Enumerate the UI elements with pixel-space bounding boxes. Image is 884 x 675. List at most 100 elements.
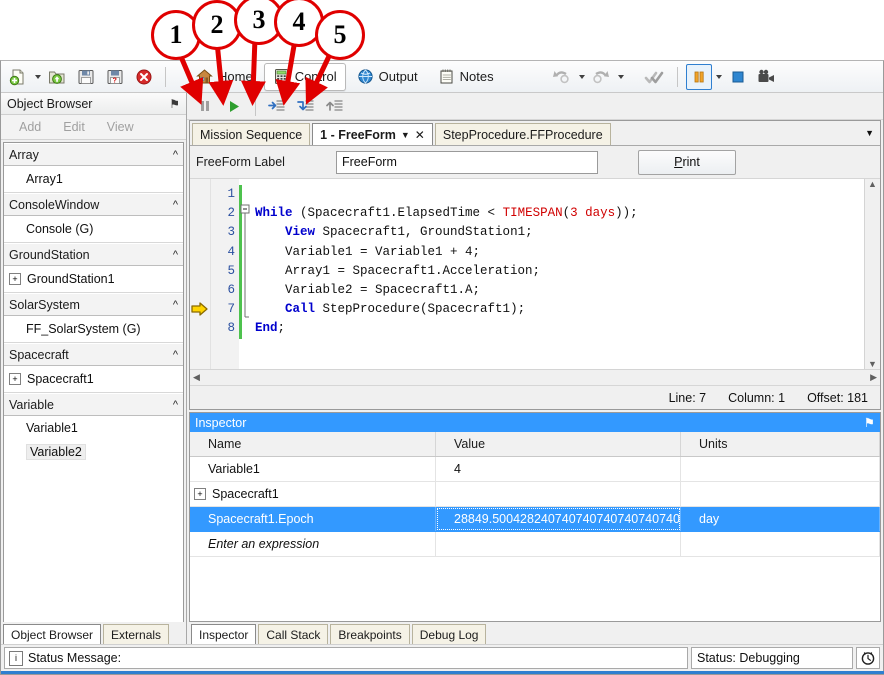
- group-header-solarsystem[interactable]: SolarSystem ^: [4, 293, 183, 316]
- tab-notes[interactable]: Notes: [429, 63, 503, 91]
- breakpoint-gutter[interactable]: [190, 179, 211, 369]
- scroll-up-arrow-icon[interactable]: ▲: [868, 179, 877, 189]
- step-out-button[interactable]: [322, 93, 348, 119]
- undo-dropdown-icon[interactable]: [579, 75, 585, 79]
- check-all-icon[interactable]: [641, 64, 669, 90]
- chevron-up-icon[interactable]: ^: [173, 149, 178, 161]
- group-header-spacecraft[interactable]: Spacecraft ^: [4, 343, 183, 366]
- code-area[interactable]: 1 2 3 4 5 6 7 8: [190, 179, 880, 369]
- close-tab-icon[interactable]: ✕: [415, 128, 425, 142]
- close-icon[interactable]: [131, 64, 157, 90]
- view-button[interactable]: View: [107, 120, 134, 134]
- doc-tab-mission-sequence[interactable]: Mission Sequence: [192, 123, 310, 145]
- row-value[interactable]: [436, 532, 681, 556]
- group-header-groundstation[interactable]: GroundStation ^: [4, 243, 183, 266]
- doc-tab-freeform[interactable]: 1 - FreeForm ▼ ✕: [312, 123, 433, 145]
- tree-item-groundstation1[interactable]: + GroundStation1: [4, 266, 183, 293]
- pin-icon[interactable]: ⚑: [864, 415, 875, 430]
- inspector-row-spacecraft1-epoch[interactable]: Spacecraft1.Epoch 28849.5004282407407407…: [190, 507, 880, 532]
- new-file-icon[interactable]: [5, 64, 31, 90]
- tab-overflow-chevron-icon[interactable]: ▼: [865, 128, 874, 138]
- edit-button[interactable]: Edit: [63, 120, 85, 134]
- row-value[interactable]: 28849.500428240740740740740740740268: [436, 507, 681, 531]
- freeform-label-input[interactable]: FreeForm: [336, 151, 598, 174]
- chevron-up-icon[interactable]: ^: [173, 299, 178, 311]
- column-header-units[interactable]: Units: [681, 432, 880, 456]
- object-browser-tree[interactable]: Array ^ Array1 ConsoleWindow ^ Console (…: [3, 142, 184, 622]
- group-label: Array: [9, 148, 39, 162]
- step-over-button[interactable]: [264, 93, 290, 119]
- group-header-array[interactable]: Array ^: [4, 143, 183, 166]
- scroll-left-arrow-icon[interactable]: ◀: [193, 372, 200, 383]
- line-number: 7: [211, 300, 235, 319]
- doc-tab-stepprocedure[interactable]: StepProcedure.FFProcedure: [435, 123, 611, 145]
- bottom-tab-debug-log[interactable]: Debug Log: [412, 624, 487, 644]
- code-fold-column[interactable]: [239, 179, 251, 369]
- tab-output[interactable]: Output: [348, 63, 427, 91]
- inspector-row-spacecraft1[interactable]: + Spacecraft1: [190, 482, 880, 507]
- tree-item-spacecraft1[interactable]: + Spacecraft1: [4, 366, 183, 393]
- animation-icon[interactable]: [754, 64, 780, 90]
- bottom-tab-object-browser[interactable]: Object Browser: [3, 624, 101, 644]
- print-button[interactable]: Print: [638, 150, 736, 175]
- column-header-value[interactable]: Value: [436, 432, 681, 456]
- expand-plus-icon[interactable]: +: [9, 373, 21, 385]
- row-name[interactable]: Enter an expression: [190, 532, 436, 556]
- redo-icon[interactable]: [588, 64, 614, 90]
- main-toolbar: ? Home: [1, 61, 883, 93]
- status-indicator: Status: Debugging: [691, 647, 853, 669]
- tree-item-ff-solarsystem[interactable]: FF_SolarSystem (G): [4, 316, 183, 343]
- bottom-tab-breakpoints[interactable]: Breakpoints: [330, 624, 409, 644]
- row-value[interactable]: 4: [436, 457, 681, 481]
- fold-tree-icon[interactable]: [239, 185, 251, 345]
- bottom-tab-call-stack[interactable]: Call Stack: [258, 624, 328, 644]
- inspector-row-new-expression[interactable]: Enter an expression: [190, 532, 880, 557]
- redo-dropdown-icon[interactable]: [618, 75, 624, 79]
- open-file-icon[interactable]: [44, 64, 70, 90]
- group-header-consolewindow[interactable]: ConsoleWindow ^: [4, 193, 183, 216]
- inspector-title-bar: Inspector ⚑: [190, 413, 880, 432]
- chevron-up-icon[interactable]: ^: [173, 249, 178, 261]
- tree-item-array1[interactable]: Array1: [4, 166, 183, 193]
- save-icon[interactable]: [73, 64, 99, 90]
- save-as-icon[interactable]: ?: [102, 64, 128, 90]
- row-value[interactable]: [436, 482, 681, 506]
- chevron-up-icon[interactable]: ^: [173, 349, 178, 361]
- add-button[interactable]: Add: [19, 120, 41, 134]
- stop-icon[interactable]: [725, 64, 751, 90]
- clock-icon[interactable]: [856, 647, 880, 669]
- group-header-variable[interactable]: Variable ^: [4, 393, 183, 416]
- bottom-tab-inspector[interactable]: Inspector: [191, 624, 256, 644]
- inspector-row-variable1[interactable]: Variable1 4: [190, 457, 880, 482]
- expand-plus-icon[interactable]: +: [194, 488, 206, 500]
- tab-home[interactable]: Home: [187, 63, 262, 91]
- chevron-up-icon[interactable]: ^: [173, 399, 178, 411]
- tab-control[interactable]: Control: [264, 63, 346, 91]
- callout-badge-5: 5: [315, 10, 365, 60]
- scroll-right-arrow-icon[interactable]: ▶: [870, 372, 877, 383]
- inspector-empty-area: [190, 557, 880, 621]
- tree-item-variable2[interactable]: Variable2: [4, 440, 183, 464]
- chevron-up-icon[interactable]: ^: [173, 199, 178, 211]
- chevron-down-icon[interactable]: ▼: [401, 130, 410, 140]
- pause-icon[interactable]: [686, 64, 712, 90]
- tree-item-variable1[interactable]: Variable1: [4, 416, 183, 440]
- pin-icon[interactable]: ⚑: [169, 97, 180, 111]
- code-text[interactable]: While (Spacecraft1.ElapsedTime < TIMESPA…: [251, 179, 864, 369]
- bottom-tab-externals[interactable]: Externals: [103, 624, 169, 644]
- pause-dropdown-icon[interactable]: [716, 75, 722, 79]
- column-header-name[interactable]: Name: [190, 432, 436, 456]
- undo-icon[interactable]: [549, 64, 575, 90]
- new-file-dropdown-icon[interactable]: [35, 75, 41, 79]
- expand-plus-icon[interactable]: +: [9, 273, 21, 285]
- editor-horizontal-scrollbar[interactable]: ◀ ▶: [190, 369, 880, 385]
- scroll-down-arrow-icon[interactable]: ▼: [868, 359, 877, 369]
- line-number-gutter: 1 2 3 4 5 6 7 8: [211, 179, 239, 369]
- step-into-button[interactable]: [293, 93, 319, 119]
- code-line-8: End;: [255, 319, 864, 338]
- tree-item-console[interactable]: Console (G): [4, 216, 183, 243]
- doc-tab-label: StepProcedure.FFProcedure: [443, 128, 603, 142]
- debug-run-button[interactable]: [221, 93, 247, 119]
- editor-vertical-scrollbar[interactable]: ▲ ▼: [864, 179, 880, 369]
- debug-pause-button[interactable]: [192, 93, 218, 119]
